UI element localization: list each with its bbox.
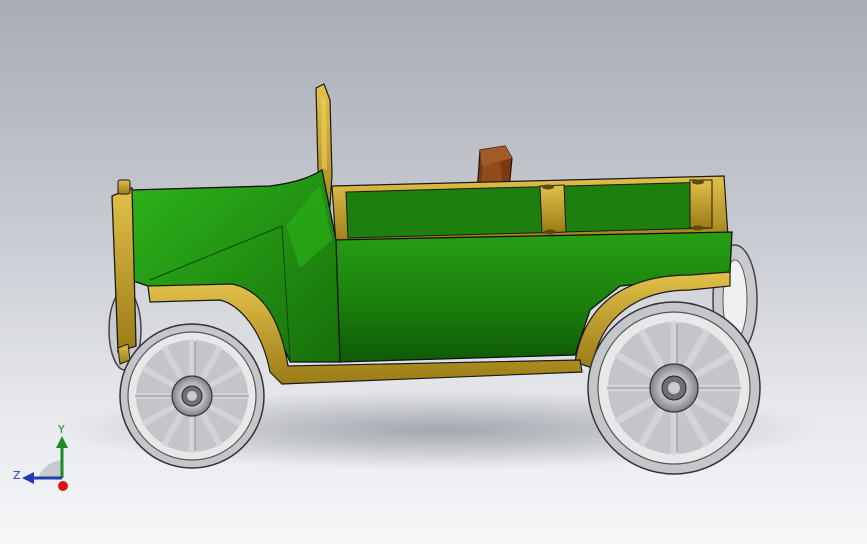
front-wheel (119, 323, 265, 469)
triad-y-label: Y (58, 423, 65, 436)
triad-z-label: Z (13, 469, 21, 482)
reference-triad: Y Z (10, 420, 80, 500)
graphics-viewport[interactable]: Y Z (0, 0, 867, 544)
triad-axes-icon (22, 436, 68, 491)
rear-wheel (587, 301, 761, 475)
car-model[interactable] (0, 0, 867, 544)
